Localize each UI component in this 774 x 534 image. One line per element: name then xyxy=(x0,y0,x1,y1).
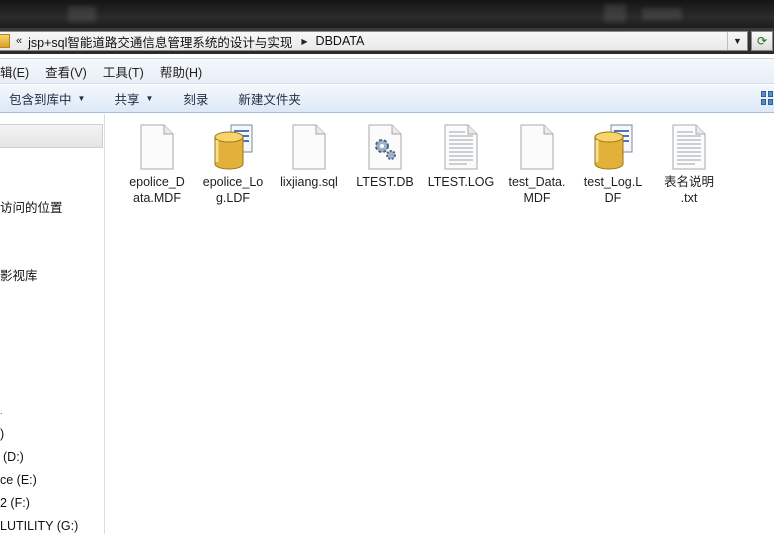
menu-help[interactable]: 帮助(H) xyxy=(160,62,202,81)
new-folder-label: 新建文件夹 xyxy=(238,93,301,107)
file-name: lixjiang.sql xyxy=(280,175,338,189)
file-name: 表名说明 .txt xyxy=(663,175,714,205)
include-in-library-label: 包含到库中 xyxy=(9,93,72,107)
text-document-icon xyxy=(444,124,478,170)
settings-document-icon xyxy=(368,124,402,170)
file-item[interactable]: LTEST.DB xyxy=(346,124,424,190)
file-item[interactable]: epolice_Lo g.LDF xyxy=(194,124,272,206)
address-dropdown-icon[interactable]: ▼ xyxy=(727,32,747,50)
window-titlebar xyxy=(0,0,774,28)
file-item[interactable]: lixjiang.sql xyxy=(270,124,348,190)
database-icon xyxy=(214,124,253,170)
nav-item-drive-g[interactable]: LUTILITY (G:) xyxy=(0,519,78,533)
nav-item-drive-c[interactable]: ) xyxy=(0,427,4,441)
menu-bar: 辑(E) 查看(V) 工具(T) 帮助(H) xyxy=(0,58,774,84)
folder-icon xyxy=(0,34,10,48)
address-bar-region: « jsp+sql智能道路交通信息管理系统的设计与实现 ▶ DBDATA ▼ ⟳ xyxy=(0,28,774,54)
file-item[interactable]: epolice_D ata.MDF xyxy=(118,124,196,206)
address-bar[interactable]: « jsp+sql智能道路交通信息管理系统的设计与实现 ▶ DBDATA ▼ xyxy=(0,31,748,51)
file-name: test_Log.L DF xyxy=(583,175,643,205)
new-folder-button[interactable]: 新建文件夹 xyxy=(238,89,301,108)
file-item[interactable]: test_Data. MDF xyxy=(498,124,576,206)
nav-selected-item[interactable] xyxy=(0,124,103,148)
command-bar: 包含到库中 ▼ 共享 ▼ 刻录 新建文件夹 xyxy=(0,85,774,113)
breadcrumb-separator-icon[interactable]: ▶ xyxy=(301,37,307,46)
text-document-icon xyxy=(672,124,706,170)
breadcrumb-current[interactable]: DBDATA xyxy=(316,34,365,48)
file-item[interactable]: LTEST.LOG xyxy=(422,124,500,190)
nav-item-drive-e[interactable]: ce (E:) xyxy=(0,473,37,487)
nav-item-drive-d[interactable]: (D:) xyxy=(3,450,24,464)
overflow-chevron[interactable]: « xyxy=(16,35,22,47)
blank-document-icon xyxy=(292,124,326,170)
blank-document-icon xyxy=(140,124,174,170)
refresh-icon: ⟳ xyxy=(756,34,768,48)
menu-view[interactable]: 查看(V) xyxy=(45,62,87,81)
burn-label: 刻录 xyxy=(183,93,209,107)
share-label: 共享 xyxy=(114,93,140,107)
file-name: epolice_D ata.MDF xyxy=(129,175,185,205)
nav-item-recent-places[interactable]: 访问的位置 xyxy=(0,197,63,216)
file-item[interactable]: test_Log.L DF xyxy=(574,124,652,206)
database-icon xyxy=(594,124,633,170)
chevron-down-icon: ▼ xyxy=(145,94,154,103)
menu-edit[interactable]: 辑(E) xyxy=(0,62,29,81)
file-name: LTEST.LOG xyxy=(427,175,495,189)
navigation-pane[interactable]: 访问的位置 影视库 . ) (D:) ce (E:) 2 (F:) LUTILI… xyxy=(0,114,105,534)
file-name: LTEST.DB xyxy=(356,175,414,189)
file-name: epolice_Lo g.LDF xyxy=(202,175,264,205)
breadcrumb-parent[interactable]: jsp+sql智能道路交通信息管理系统的设计与实现 xyxy=(28,32,292,51)
burn-button[interactable]: 刻录 xyxy=(183,89,208,108)
nav-item-drive-f[interactable]: 2 (F:) xyxy=(0,496,30,510)
refresh-button[interactable]: ⟳ xyxy=(751,31,773,51)
share-button[interactable]: 共享 ▼ xyxy=(114,89,153,108)
change-view-icon[interactable] xyxy=(760,90,774,106)
blank-document-icon xyxy=(520,124,554,170)
file-item[interactable]: 表名说明 .txt xyxy=(650,124,728,206)
include-in-library-button[interactable]: 包含到库中 ▼ xyxy=(9,89,85,108)
file-name: test_Data. MDF xyxy=(508,175,566,205)
nav-item-video-library[interactable]: 影视库 xyxy=(0,265,38,284)
menu-tools[interactable]: 工具(T) xyxy=(103,62,144,81)
nav-tick: . xyxy=(0,406,3,416)
file-list[interactable]: epolice_D ata.MDF epolice_Lo g.LDF lixjian… xyxy=(106,114,774,534)
chevron-down-icon: ▼ xyxy=(77,94,86,103)
